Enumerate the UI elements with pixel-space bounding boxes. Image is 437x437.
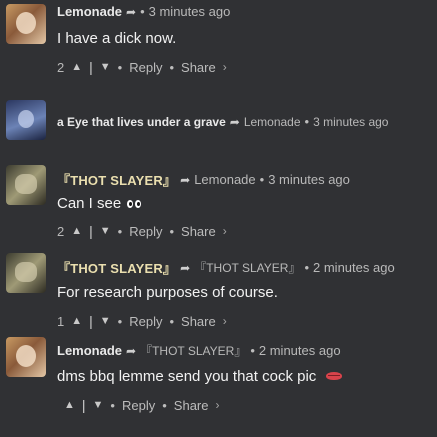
comment-actions: 2 ▲ | ▼ • Reply • Share ›: [57, 223, 227, 239]
separator-dot: •: [117, 59, 123, 75]
comment-actions: 2 ▲ | ▼ • Reply • Share ›: [57, 59, 227, 75]
arrow-right-icon: ➦: [180, 260, 191, 275]
timestamp[interactable]: 2 minutes ago: [313, 260, 395, 275]
comment-header: Lemonade ➦ 『THOT SLAYER』 • 2 minutes ago: [57, 342, 341, 359]
comment-text-body: dms bbq lemme send you that cock pic: [57, 368, 317, 385]
share-button[interactable]: Share: [181, 60, 216, 75]
comment-header: a Eye that lives under a grave ➦ Lemonad…: [57, 114, 388, 129]
comment-actions: ▲ | ▼ • Reply • Share ›: [57, 397, 220, 413]
vote-count: 1: [57, 313, 65, 329]
author-name[interactable]: Lemonade: [57, 343, 122, 358]
arrow-right-icon: ➦: [229, 114, 240, 129]
caret-down-icon[interactable]: ▼: [93, 399, 104, 411]
chevron-right-icon[interactable]: ›: [216, 398, 220, 412]
arrow-right-icon: ➦: [126, 4, 137, 19]
avatar[interactable]: [6, 253, 46, 293]
reply-button[interactable]: Reply: [122, 398, 155, 413]
separator-dot: •: [304, 114, 310, 129]
avatar[interactable]: [6, 4, 46, 44]
comment-text-body: Can I see: [57, 195, 122, 212]
avatar[interactable]: [6, 165, 46, 205]
vote-count: 2: [57, 223, 65, 239]
separator-dot: •: [110, 397, 115, 413]
comment-header: 『THOT SLAYER』 ➦ Lemonade • 3 minutes ago: [57, 170, 350, 189]
comment-header: Lemonade ➦ • 3 minutes ago: [57, 4, 230, 19]
timestamp[interactable]: 2 minutes ago: [259, 343, 341, 358]
separator-dot: •: [169, 223, 175, 239]
caret-down-icon[interactable]: ▼: [100, 225, 111, 237]
reply-to[interactable]: Lemonade: [244, 115, 301, 129]
timestamp[interactable]: 3 minutes ago: [313, 115, 388, 129]
caret-up-icon[interactable]: ▲: [71, 61, 82, 73]
separator-dot: •: [117, 223, 123, 239]
divider: |: [89, 313, 93, 329]
timestamp[interactable]: 3 minutes ago: [149, 4, 231, 19]
author-name[interactable]: 『THOT SLAYER』: [57, 170, 176, 189]
author-name[interactable]: a Eye that lives under a grave: [57, 115, 226, 129]
reply-button[interactable]: Reply: [129, 60, 162, 75]
avatar[interactable]: [6, 337, 46, 377]
share-button[interactable]: Share: [174, 398, 209, 413]
comment-text: Can I see: [57, 195, 142, 212]
caret-down-icon[interactable]: ▼: [100, 315, 111, 327]
chevron-right-icon[interactable]: ›: [223, 314, 227, 328]
reply-to[interactable]: Lemonade: [194, 172, 255, 187]
lips-icon: [326, 372, 343, 381]
divider: |: [81, 397, 86, 413]
comment-actions: 1 ▲ | ▼ • Reply • Share ›: [57, 313, 227, 329]
chevron-right-icon[interactable]: ›: [223, 224, 227, 238]
comment-text: For research purposes of course.: [57, 284, 278, 301]
caret-up-icon[interactable]: ▲: [71, 225, 82, 237]
reply-button[interactable]: Reply: [129, 314, 162, 329]
reply-to[interactable]: 『THOT SLAYER』: [194, 259, 300, 276]
share-button[interactable]: Share: [181, 224, 216, 239]
eyes-icon: [125, 196, 142, 211]
comment-text: I have a dick now.: [57, 30, 177, 47]
comment-text: dms bbq lemme send you that cock pic: [57, 368, 343, 385]
timestamp[interactable]: 3 minutes ago: [268, 172, 350, 187]
divider: |: [89, 59, 93, 75]
arrow-right-icon: ➦: [126, 343, 137, 358]
separator-dot: •: [162, 397, 167, 413]
share-button[interactable]: Share: [181, 314, 216, 329]
avatar[interactable]: [6, 100, 46, 140]
caret-up-icon[interactable]: ▲: [71, 315, 82, 327]
divider: |: [89, 223, 93, 239]
caret-up-icon[interactable]: ▲: [64, 399, 75, 411]
separator-dot: •: [117, 313, 123, 329]
chevron-right-icon[interactable]: ›: [223, 60, 227, 74]
separator-dot: •: [169, 59, 175, 75]
arrow-right-icon: ➦: [180, 172, 191, 187]
separator-dot: •: [304, 260, 310, 275]
reply-button[interactable]: Reply: [129, 224, 162, 239]
reply-to[interactable]: 『THOT SLAYER』: [140, 342, 246, 359]
caret-down-icon[interactable]: ▼: [100, 61, 111, 73]
separator-dot: •: [259, 172, 265, 187]
separator-dot: •: [250, 343, 255, 358]
author-name[interactable]: Lemonade: [57, 4, 122, 19]
separator-dot: •: [169, 313, 175, 329]
separator-dot: •: [140, 4, 145, 19]
author-name[interactable]: 『THOT SLAYER』: [57, 258, 176, 277]
vote-count: 2: [57, 59, 65, 75]
comment-header: 『THOT SLAYER』 ➦ 『THOT SLAYER』 • 2 minute…: [57, 258, 395, 277]
